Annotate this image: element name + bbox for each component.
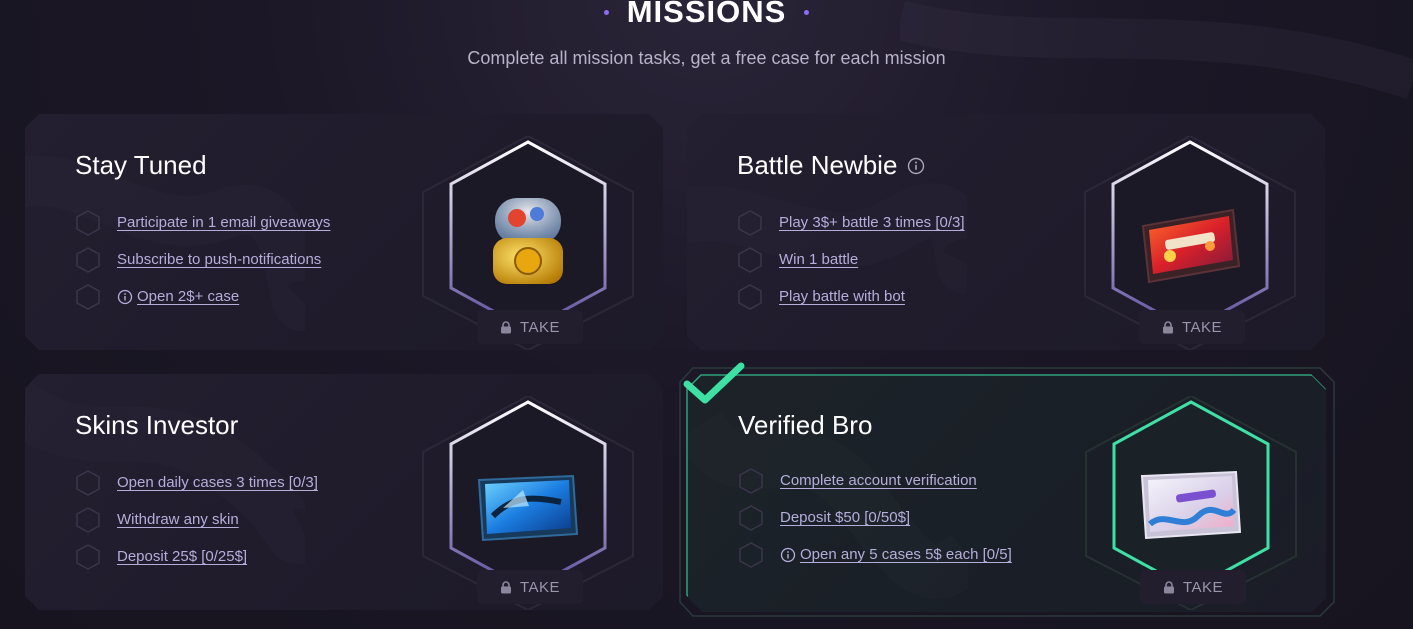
- reward-case: TAKE: [419, 136, 637, 350]
- mission-task: Complete account verification: [738, 462, 1012, 499]
- task-status-hex-icon: [76, 246, 100, 273]
- task-status-hex-icon: [76, 506, 100, 533]
- page-subtitle: Complete all mission tasks, get a free c…: [467, 48, 946, 68]
- task-link[interactable]: Deposit 25$ [0/25$]: [117, 548, 247, 565]
- lock-icon: [1163, 580, 1174, 593]
- task-status-hex-icon: [739, 541, 763, 568]
- mission-task: Win 1 battle: [737, 241, 965, 278]
- info-icon[interactable]: [780, 547, 796, 563]
- task-status-hex-icon: [76, 469, 100, 496]
- take-button[interactable]: TAKE: [1139, 310, 1245, 344]
- mission-task: Subscribe to push-notifications: [75, 241, 330, 278]
- lock-icon: [500, 320, 511, 333]
- reward-case: TAKE: [1081, 136, 1299, 350]
- task-status-hex-icon: [76, 209, 100, 236]
- title-dot-right: [804, 9, 810, 15]
- task-status-hex-icon: [76, 283, 100, 310]
- info-icon[interactable]: [117, 289, 133, 305]
- lock-icon: [1162, 320, 1173, 333]
- mission-task-list: Open daily cases 3 times [0/3] Withdraw …: [75, 464, 318, 575]
- completed-check-icon: [683, 362, 745, 404]
- lock-icon: [500, 580, 511, 593]
- task-status-hex-icon: [739, 504, 763, 531]
- mission-title: Verified Bro: [738, 410, 873, 440]
- mission-task: Withdraw any skin: [75, 501, 318, 538]
- white-wave-weapon-case-image: [1140, 470, 1242, 540]
- task-link[interactable]: Withdraw any skin: [117, 511, 239, 528]
- mission-task: Deposit $50 [0/50$]: [738, 499, 1012, 536]
- fire-weapon-case-image: [1141, 208, 1241, 284]
- take-button[interactable]: TAKE: [477, 310, 583, 344]
- task-link[interactable]: Open daily cases 3 times [0/3]: [117, 474, 318, 491]
- mission-card-skins-investor: Skins Investor Open daily cases 3 times …: [25, 374, 663, 610]
- mission-card-verified-bro: Verified Bro Complete account verificati…: [688, 376, 1326, 612]
- mission-task-list: Participate in 1 email giveaways Subscri…: [75, 204, 330, 315]
- title-dot-left: [603, 9, 609, 15]
- task-link[interactable]: Participate in 1 email giveaways: [117, 214, 330, 231]
- task-status-hex-icon: [738, 209, 762, 236]
- mission-task: Play 3$+ battle 3 times [0/3]: [737, 204, 965, 241]
- task-link[interactable]: Open 2$+ case: [117, 288, 239, 305]
- task-link[interactable]: Play 3$+ battle 3 times [0/3]: [779, 214, 965, 231]
- mission-card-battle-newbie: Battle Newbie Play 3$+ battle 3 times [0…: [687, 114, 1325, 350]
- take-button[interactable]: TAKE: [477, 570, 583, 604]
- page-title: MISSIONS: [626, 0, 787, 29]
- mission-task-list: Play 3$+ battle 3 times [0/3] Win 1 batt…: [737, 204, 965, 315]
- task-link[interactable]: Complete account verification: [780, 472, 977, 489]
- mission-card-stay-tuned: Stay Tuned Participate in 1 email giveaw…: [25, 114, 663, 350]
- golden-capsule-case-image: [493, 198, 563, 284]
- mission-task: Deposit 25$ [0/25$]: [75, 538, 318, 575]
- task-status-hex-icon: [738, 283, 762, 310]
- mission-title: Skins Investor: [75, 410, 239, 440]
- reward-case: TAKE: [1082, 396, 1300, 610]
- task-link[interactable]: Deposit $50 [0/50$]: [780, 509, 910, 526]
- mission-task: Open any 5 cases 5$ each [0/5]: [738, 536, 1012, 573]
- reward-case: TAKE: [419, 396, 637, 610]
- mission-task: Play battle with bot: [737, 278, 965, 315]
- mission-task-list: Complete account verification Deposit $5…: [738, 462, 1012, 573]
- mission-task: Open daily cases 3 times [0/3]: [75, 464, 318, 501]
- task-link[interactable]: Open any 5 cases 5$ each [0/5]: [780, 546, 1012, 563]
- mission-task: Participate in 1 email giveaways: [75, 204, 330, 241]
- task-link[interactable]: Subscribe to push-notifications: [117, 251, 321, 268]
- mission-title: Stay Tuned: [75, 150, 207, 180]
- take-button[interactable]: TAKE: [1140, 570, 1246, 604]
- mission-task: Open 2$+ case: [75, 278, 330, 315]
- task-link[interactable]: Win 1 battle: [779, 251, 858, 268]
- task-status-hex-icon: [738, 246, 762, 273]
- task-link[interactable]: Play battle with bot: [779, 288, 905, 305]
- blue-shark-weapon-case-image: [477, 474, 579, 542]
- task-status-hex-icon: [739, 467, 763, 494]
- mission-title: Battle Newbie: [737, 150, 925, 181]
- info-icon[interactable]: [907, 157, 925, 175]
- task-status-hex-icon: [76, 543, 100, 570]
